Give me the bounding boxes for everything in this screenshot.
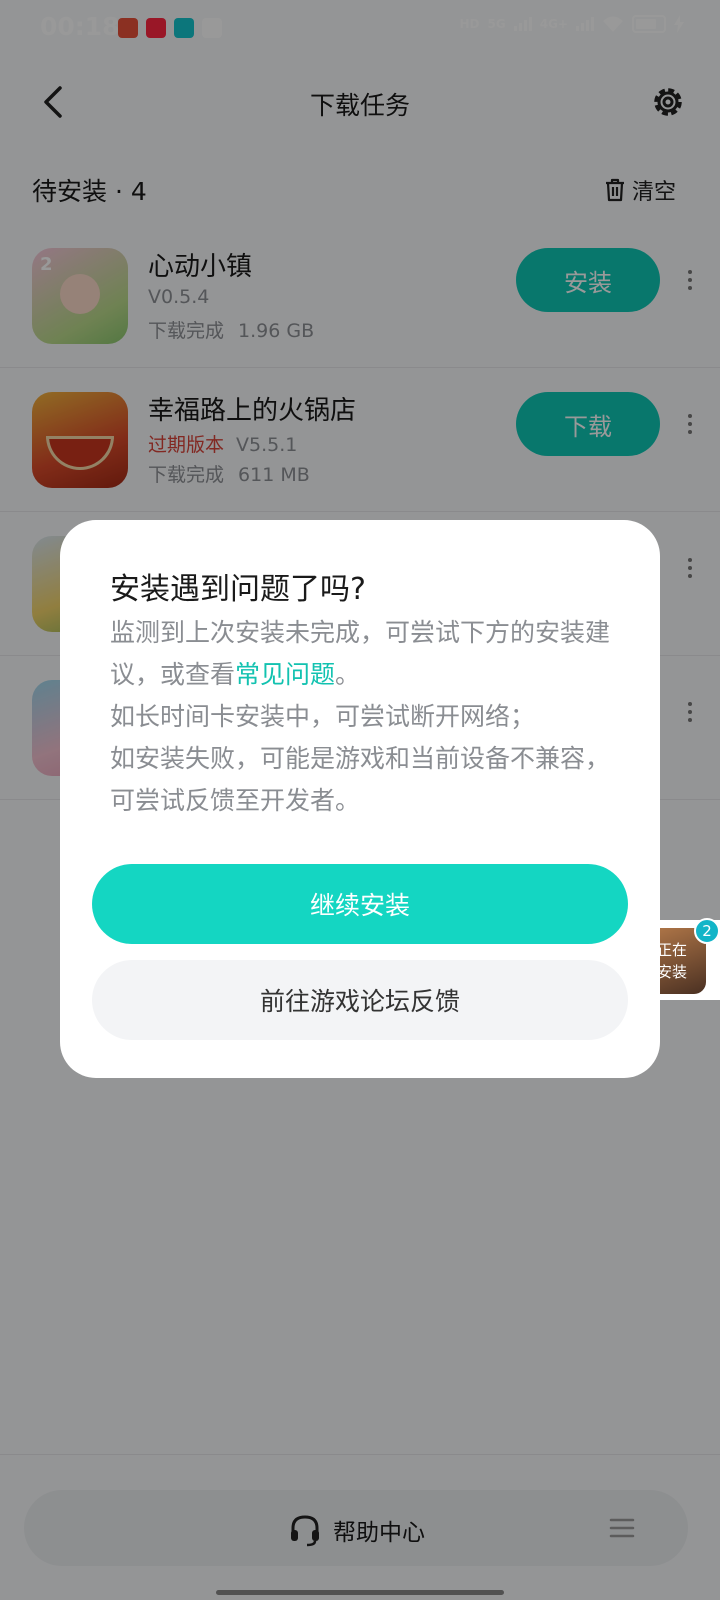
install-problem-dialog: 安装遇到问题了吗? 监测到上次安装未完成，可尝试下方的安装建议，或查看常见问题。… (60, 520, 660, 1078)
faq-link[interactable]: 常见问题 (235, 660, 335, 689)
installing-label-line2: 安装 (656, 963, 687, 981)
installing-label-line1: 正在 (656, 941, 687, 959)
forum-feedback-button[interactable]: 前往游戏论坛反馈 (92, 960, 628, 1040)
dialog-title: 安装遇到问题了吗? (110, 572, 366, 607)
dialog-body: 监测到上次安装未完成，可尝试下方的安装建议，或查看常见问题。 如长时间卡安装中，… (110, 612, 620, 822)
dialog-text-3: 如安装失败，可能是游戏和当前设备不兼容，可尝试反馈至开发者。 (110, 744, 611, 815)
continue-install-button[interactable]: 继续安装 (92, 864, 628, 944)
installing-count-badge: 2 (694, 918, 720, 944)
dialog-text-2: 如长时间卡安装中，可尝试断开网络； (110, 702, 536, 731)
dialog-text-1-end: 。 (335, 660, 361, 689)
